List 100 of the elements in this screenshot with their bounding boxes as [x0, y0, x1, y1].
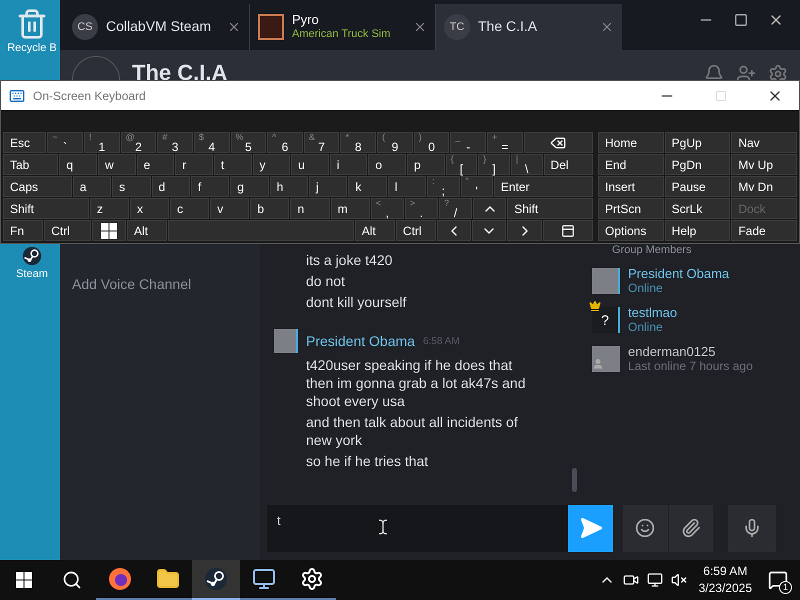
keyboard-key[interactable]: d [152, 176, 190, 197]
message-author[interactable]: President Obama [306, 330, 415, 352]
keyboard-key[interactable]: o [368, 154, 406, 175]
chat-tab[interactable]: TC The C.I.A [436, 4, 622, 50]
notification-count: 1 [779, 581, 792, 594]
keyboard-key[interactable]: r [175, 154, 213, 175]
desktop-icon-label[interactable]: Recycle B [7, 40, 57, 56]
keyboard-key[interactable]: # 3 [157, 132, 193, 153]
keyboard-key[interactable]: > . [404, 198, 438, 219]
keyboard-key[interactable]: Mv Dn [731, 176, 797, 197]
keyboard-key[interactable] [92, 220, 126, 241]
keyboard-key[interactable]: " ' [460, 176, 493, 197]
keyboard-key[interactable]: p [407, 154, 445, 175]
network-icon[interactable] [646, 572, 663, 588]
keyboard-key[interactable]: b [250, 198, 290, 219]
keyboard-key[interactable]: y [252, 154, 290, 175]
keyboard-key[interactable]: a [72, 176, 112, 197]
keyboard-key[interactable]: Help [664, 220, 730, 241]
member-name[interactable]: President Obama [628, 266, 730, 281]
volume-muted-icon[interactable] [670, 572, 687, 588]
keyboard-key[interactable]: Pause [664, 176, 730, 197]
keyboard-key[interactable]: Ctrl [396, 220, 436, 241]
keyboard-key[interactable] [542, 220, 593, 241]
keyboard-key[interactable]: n [290, 198, 330, 219]
message-input[interactable]: t [267, 504, 613, 552]
taskbar-app[interactable] [192, 560, 240, 600]
keyboard-key[interactable]: z [90, 198, 129, 219]
keyboard-key[interactable]: End [598, 154, 664, 175]
keyboard-key[interactable]: PrtScn [598, 198, 664, 219]
keyboard-key[interactable]: Mv Up [731, 154, 797, 175]
keyboard-key[interactable]: w [98, 154, 136, 175]
keyboard-key[interactable]: x [130, 198, 170, 219]
keyboard-key[interactable]: Esc [3, 132, 46, 153]
keyboard-key[interactable]: < , [370, 198, 404, 219]
scrollbar-thumb[interactable] [572, 468, 577, 492]
keyboard-key[interactable]: PgDn [664, 154, 730, 175]
keyboard-key[interactable]: ( 9 [377, 132, 413, 153]
keyboard-key[interactable]: i [330, 154, 368, 175]
member-name[interactable]: enderman0125 [628, 344, 753, 359]
keyboard-key[interactable]: Nav [731, 132, 797, 153]
keyboard-key[interactable]: } ] [478, 154, 510, 175]
keyboard-key[interactable]: % 5 [230, 132, 266, 153]
keyboard-key[interactable]: Options [598, 220, 664, 241]
keyboard-key[interactable]: s [112, 176, 150, 197]
desktop-icon-label[interactable]: Steam [16, 266, 48, 282]
keyboard-key[interactable]: e [136, 154, 174, 175]
keyboard-key[interactable]: k [348, 176, 387, 197]
keyboard-key[interactable]: v [210, 198, 250, 219]
keyboard-key[interactable]: Insert [598, 176, 664, 197]
keyboard-key[interactable]: t [214, 154, 252, 175]
recycle-bin-icon[interactable] [16, 8, 48, 40]
keyboard-key[interactable]: Ctrl [44, 220, 91, 241]
keyboard-key[interactable]: g [230, 176, 269, 197]
keyboard-key[interactable] [524, 132, 593, 153]
keyboard-key[interactable]: m [330, 198, 370, 219]
keyboard-key[interactable]: Fade [731, 220, 797, 241]
maximize-icon[interactable] [734, 13, 748, 27]
keyboard-key[interactable]: ^ 6 [267, 132, 303, 153]
keyboard-key[interactable]: $ 4 [194, 132, 230, 153]
game-art-placeholder [258, 14, 284, 40]
keyboard-key[interactable]: c [170, 198, 210, 219]
add-voice-channel-link[interactable]: Add Voice Channel [72, 276, 192, 292]
send-button[interactable] [568, 504, 613, 552]
keyboard-key[interactable]: ~ ` [47, 132, 83, 153]
keyboard-key[interactable]: ? / [438, 198, 472, 219]
keyboard-key[interactable]: Shift [507, 198, 593, 219]
keyboard-key[interactable]: _ - [450, 132, 486, 153]
notifications-icon[interactable] [768, 570, 788, 590]
person-icon [592, 358, 604, 370]
member-name[interactable]: testlmao [628, 305, 678, 320]
keyboard-key[interactable]: Alt [354, 220, 395, 241]
voice-button[interactable] [728, 504, 776, 552]
keyboard-key[interactable]: | \ [510, 154, 543, 175]
keyboard-key[interactable]: f [190, 176, 230, 197]
keyboard-key[interactable]: Alt [127, 220, 168, 241]
chat-message: so he if he tries that [305, 452, 430, 470]
keyboard-key[interactable]: Home [598, 132, 664, 153]
keyboard-key[interactable]: & 7 [304, 132, 340, 153]
keyboard-key[interactable]: ScrLk [664, 198, 730, 219]
keyboard-key[interactable]: Shift [3, 198, 89, 219]
keyboard-key[interactable]: * 8 [340, 132, 376, 153]
keyboard-key[interactable]: u [291, 154, 329, 175]
clock[interactable]: 6:59 AM 3/23/2025 [694, 563, 756, 597]
keyboard-key[interactable]: PgUp [664, 132, 730, 153]
keyboard-key[interactable]: ) 0 [414, 132, 450, 153]
keyboard-key[interactable]: Tab [3, 154, 58, 175]
keyboard-key[interactable]: l [388, 176, 426, 197]
keyboard-key[interactable]: j [309, 176, 348, 197]
keyboard-key[interactable]: { [ [446, 154, 478, 175]
keyboard-key[interactable]: Enter [494, 176, 593, 197]
keyboard-key[interactable]: Del [544, 154, 593, 175]
keyboard-key[interactable]: : ; [427, 176, 460, 197]
keyboard-key[interactable]: @ 2 [120, 132, 156, 153]
keyboard-key[interactable]: Caps [3, 176, 72, 197]
keyboard-key[interactable]: Fn [3, 220, 44, 241]
keyboard-key[interactable]: q [59, 154, 98, 175]
keyboard-key[interactable]: ! 1 [84, 132, 120, 153]
keyboard-key[interactable]: + = [487, 132, 523, 153]
keyboard-key[interactable]: h [270, 176, 308, 197]
message-field[interactable]: t [277, 510, 537, 530]
